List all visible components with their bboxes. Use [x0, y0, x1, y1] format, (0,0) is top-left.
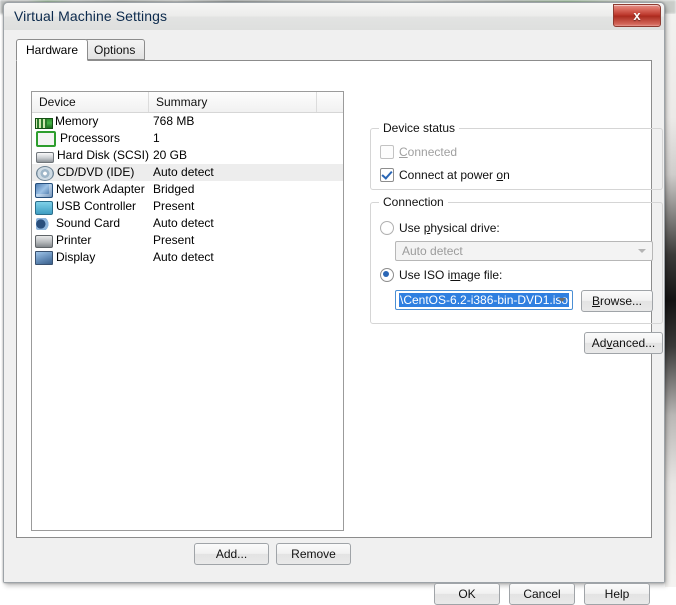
use-iso-image-radio-row[interactable]: Use ISO image file:	[380, 268, 502, 282]
window-title: Virtual Machine Settings	[14, 8, 168, 24]
device-summary-cell: Auto detect	[153, 165, 214, 179]
device-summary-cell: 768 MB	[153, 114, 195, 128]
table-row[interactable]: Display Auto detect	[32, 249, 343, 266]
ok-button[interactable]: OK	[434, 583, 500, 605]
device-name-cell: Processors	[32, 130, 149, 147]
add-button[interactable]: Add...	[194, 543, 269, 565]
device-label: CD/DVD (IDE)	[57, 165, 135, 179]
iso-path-value[interactable]: \CentOS-6.2-i386-bin-DVD1.iso	[399, 293, 570, 307]
title-bar: Virtual Machine Settings x	[4, 3, 664, 31]
table-row[interactable]: Network Adapter Bridged	[32, 181, 343, 198]
usb-controller-icon	[35, 200, 53, 215]
table-row[interactable]: Hard Disk (SCSI) 20 GB	[32, 147, 343, 164]
device-name-cell: Sound Card	[32, 217, 149, 230]
browse-button[interactable]: Browse...	[581, 290, 653, 312]
device-name-cell: Display	[32, 250, 149, 265]
table-row[interactable]: Processors 1	[32, 130, 343, 147]
close-button[interactable]: x	[613, 4, 661, 27]
physical-drive-value: Auto detect	[402, 244, 463, 258]
chevron-down-icon-iso[interactable]	[554, 292, 571, 308]
printer-icon	[35, 235, 53, 248]
hardware-tab-panel: Device Summary Memory 768 MB Processors	[16, 60, 663, 565]
connected-label: Connected	[399, 145, 458, 159]
table-row-selected[interactable]: CD/DVD (IDE) Auto detect	[32, 164, 343, 181]
device-list[interactable]: Device Summary Memory 768 MB Processors	[31, 91, 344, 531]
device-label: Memory	[55, 114, 99, 128]
chevron-down-icon-physical[interactable]	[634, 243, 651, 259]
device-label: Display	[56, 250, 96, 264]
column-header-device[interactable]: Device	[32, 92, 149, 112]
use-physical-drive-label: Use physical drive:	[399, 221, 500, 235]
advanced-button[interactable]: Advanced...	[584, 332, 663, 354]
device-summary-cell: 20 GB	[153, 148, 188, 162]
hard-disk-icon	[36, 151, 54, 163]
device-list-header: Device Summary	[32, 92, 343, 113]
table-row[interactable]: USB Controller Present	[32, 198, 343, 215]
device-label: Hard Disk (SCSI)	[57, 148, 149, 162]
use-physical-drive-radio-row[interactable]: Use physical drive:	[380, 221, 500, 235]
connected-checkbox-row[interactable]: Connected	[380, 145, 457, 159]
use-physical-drive-radio[interactable]	[380, 221, 394, 235]
device-summary-cell: 1	[153, 131, 160, 145]
connect-at-power-on-checkbox[interactable]	[380, 168, 394, 182]
iso-path-combo[interactable]: \CentOS-6.2-i386-bin-DVD1.iso	[395, 290, 573, 310]
network-adapter-icon	[35, 182, 53, 198]
device-summary-cell: Bridged	[153, 182, 195, 196]
display-icon	[35, 251, 53, 265]
connect-at-power-on-label: Connect at power on	[399, 168, 510, 182]
connected-checkbox[interactable]	[380, 145, 394, 159]
table-row[interactable]: Memory 768 MB	[32, 113, 343, 130]
connection-group-title: Connection	[379, 195, 448, 209]
device-label: Sound Card	[56, 217, 121, 230]
device-label: Printer	[56, 233, 92, 247]
close-icon: x	[633, 8, 641, 23]
remove-button[interactable]: Remove	[276, 543, 351, 565]
connect-at-power-on-checkbox-row[interactable]: Connect at power on	[380, 168, 510, 182]
device-name-cell: Hard Disk (SCSI)	[32, 149, 149, 163]
table-row[interactable]: Sound Card Auto detect	[32, 215, 343, 232]
cancel-button[interactable]: Cancel	[509, 583, 575, 605]
column-header-summary[interactable]: Summary	[149, 92, 317, 112]
device-name-cell: CD/DVD (IDE)	[32, 165, 149, 181]
tab-strip: Hardware Options	[16, 39, 652, 61]
physical-drive-combo[interactable]: Auto detect	[395, 241, 653, 261]
table-row[interactable]: Printer Present	[32, 232, 343, 249]
device-name-cell: Memory	[32, 115, 149, 129]
device-summary-cell: Present	[153, 199, 195, 213]
device-summary-cell: Auto detect	[153, 250, 214, 264]
device-name-cell: USB Controller	[32, 199, 149, 215]
tab-options[interactable]: Options	[84, 39, 146, 60]
device-name-cell: Printer	[32, 233, 149, 248]
memory-icon	[35, 117, 53, 129]
device-summary-cell: Auto detect	[153, 216, 214, 230]
sound-card-icon	[36, 218, 52, 230]
help-button[interactable]: Help	[584, 583, 650, 605]
background-right-band	[665, 14, 676, 587]
device-label: USB Controller	[56, 199, 137, 213]
device-name-cell: Network Adapter	[32, 182, 149, 198]
device-label: Processors	[60, 131, 121, 145]
device-summary-cell: Present	[153, 233, 195, 247]
use-iso-image-label: Use ISO image file:	[399, 268, 503, 282]
processor-icon	[36, 131, 56, 147]
cd-dvd-icon	[36, 165, 54, 181]
use-iso-image-radio[interactable]	[380, 268, 394, 282]
device-label: Network Adapter	[56, 182, 145, 196]
virtual-machine-settings-dialog: Virtual Machine Settings x Hardware Opti…	[3, 2, 665, 605]
column-header-extra[interactable]	[317, 92, 343, 112]
client-area: Hardware Options Device Summary Memory 7…	[4, 30, 664, 605]
tab-hardware[interactable]: Hardware	[16, 39, 89, 61]
device-status-group-title: Device status	[379, 121, 460, 135]
